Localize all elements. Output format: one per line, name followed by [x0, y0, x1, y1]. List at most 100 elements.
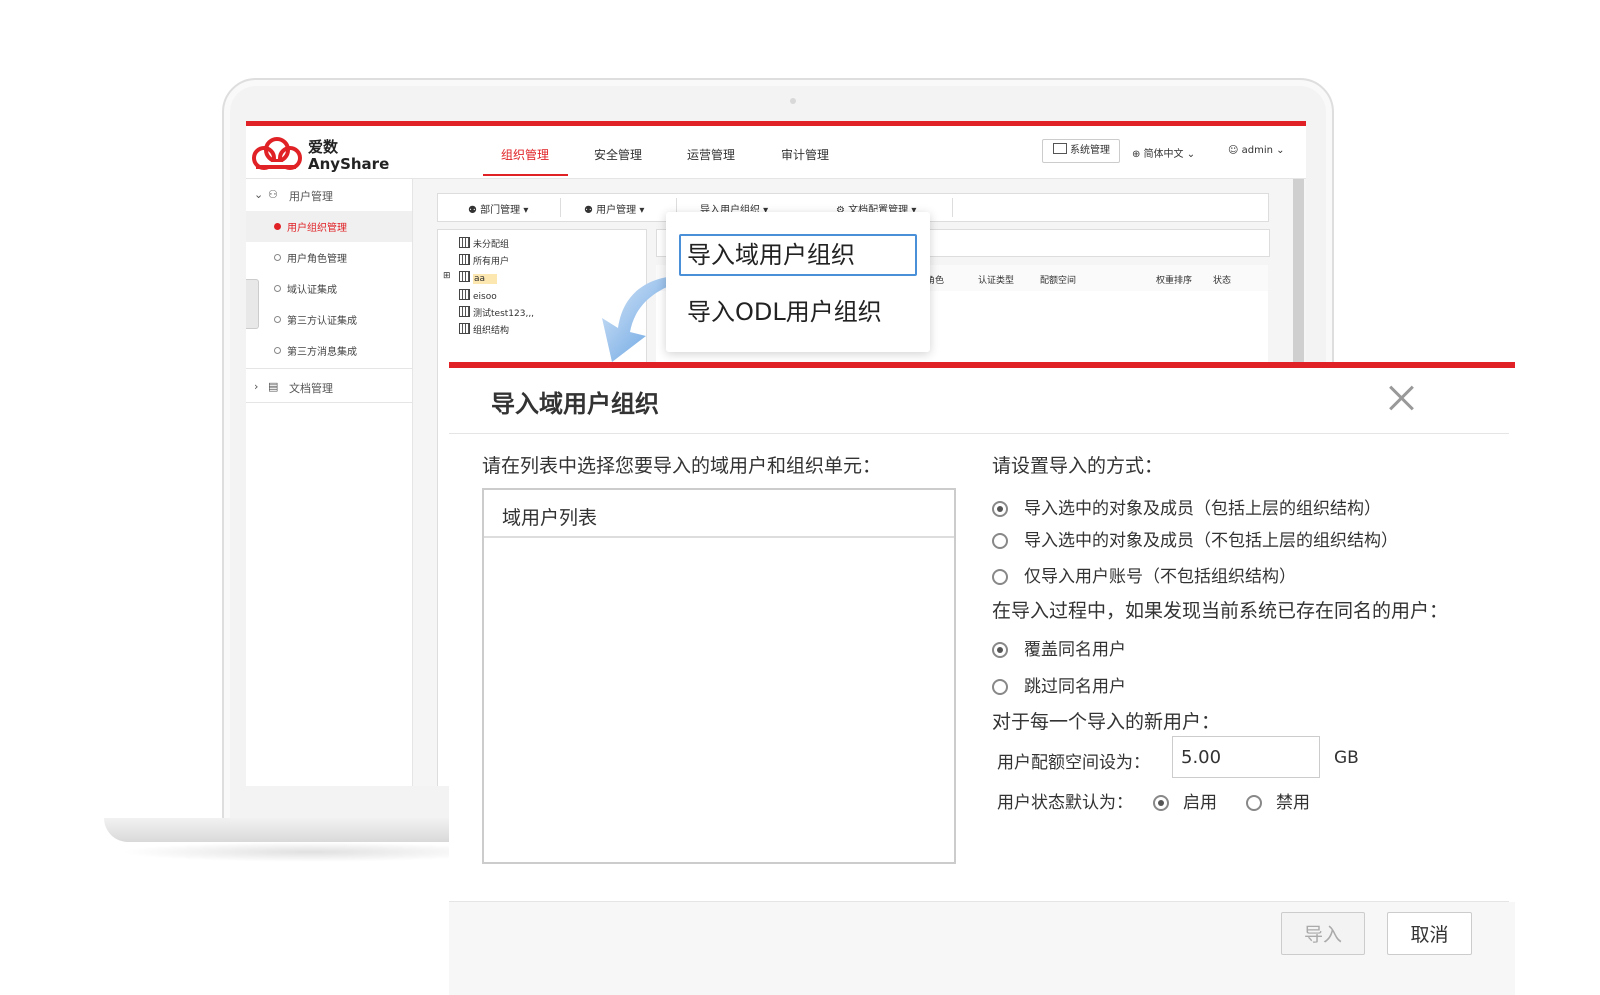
bullet-icon [274, 285, 281, 292]
group-icon [459, 254, 470, 265]
column-header-status: 状态 [1213, 276, 1232, 286]
sidebar-item-domain-auth[interactable]: 域认证集成 [246, 273, 412, 304]
cloud-logo-icon [252, 137, 302, 170]
status-option-disable[interactable]: 禁用 [1246, 788, 1310, 813]
globe-icon: ⊕ [1132, 149, 1144, 160]
dialog-divider [449, 433, 1509, 434]
quota-input[interactable] [1172, 736, 1320, 778]
system-management-label: 系统管理 [1070, 145, 1110, 156]
user-management-button[interactable]: ⚉ 用户管理 ▾ [584, 201, 644, 216]
tree-node-label: 所有用户 [473, 257, 510, 267]
radio-icon[interactable] [1246, 795, 1262, 811]
sidebar-item-third-party-msg[interactable]: 第三方消息集成 [246, 335, 412, 366]
tree-node[interactable]: 测试test123,,, [459, 306, 534, 319]
bullet-icon [274, 223, 281, 230]
org-icon [459, 271, 470, 282]
import-button[interactable]: 导入 [1281, 912, 1365, 955]
dept-management-button[interactable]: ⚉ 部门管理 ▾ [468, 201, 528, 216]
org-icon [459, 306, 470, 317]
sidebar-group-user-management[interactable]: ⌄ ⚇ 用户管理 [246, 179, 412, 211]
import-dropdown-menu: 导入域用户组织 导入ODL用户组织 [666, 212, 930, 352]
tree-node-label: 测试test123,,, [473, 309, 535, 319]
chevron-down-icon: ⌄ [1272, 145, 1285, 156]
toolbar-separator [952, 198, 953, 217]
user-group-icon: ⚇ [268, 188, 278, 201]
sidebar-item-label: 用户组织管理 [287, 223, 347, 234]
user-icon: ⚉ [584, 205, 597, 216]
radio-icon[interactable] [992, 679, 1008, 695]
nav-security-management[interactable]: 安全管理 [594, 146, 642, 163]
import-mode-prompt: 请设置导入的方式： [992, 455, 1164, 477]
conflict-option-label: 跳过同名用户 [1024, 677, 1126, 697]
logo-text-en: AnyShare [308, 155, 390, 173]
import-option-accounts-only[interactable]: 仅导入用户账号（不包括组织结构） [992, 562, 1296, 587]
users-icon: ⚉ [468, 205, 481, 216]
header: 爱数 AnyShare 组织管理 安全管理 运营管理 审计管理 系统管理 ⊕ 简… [246, 126, 1306, 179]
nav-org-management[interactable]: 组织管理 [501, 146, 549, 163]
sidebar-divider [246, 402, 412, 403]
expand-icon[interactable]: ⊞ [443, 271, 451, 281]
import-domain-dialog: 导入域用户组织 请在列表中选择您要导入的域用户和组织单元： 域用户列表 请设置导… [449, 362, 1515, 995]
tree-node[interactable]: 组织结构 [459, 323, 509, 336]
nav-operations-management[interactable]: 运营管理 [687, 146, 735, 163]
logo-text-cn: 爱数 [308, 138, 339, 156]
cancel-button[interactable]: 取消 [1387, 912, 1472, 955]
menu-item-import-domain-org[interactable]: 导入域用户组织 [679, 234, 917, 276]
sidebar-group-doc-management[interactable]: › ▤ 文档管理 [246, 371, 412, 403]
sidebar-item-label: 域认证集成 [287, 285, 337, 296]
import-option-exclude-parent[interactable]: 导入选中的对象及成员（不包括上层的组织结构） [992, 526, 1398, 551]
radio-icon[interactable] [992, 533, 1008, 549]
tree-node-selected[interactable]: ⊞ aa [443, 271, 498, 284]
quota-unit: GB [1334, 748, 1359, 768]
dept-management-label: 部门管理 [480, 205, 521, 216]
tree-node[interactable]: 未分配组 [459, 237, 509, 250]
toolbar-separator [560, 198, 561, 217]
radio-checked-icon[interactable] [992, 501, 1008, 517]
monitor-icon [1053, 143, 1067, 154]
chevron-right-icon: › [254, 380, 259, 393]
bullet-icon [274, 316, 281, 323]
dialog-accent-bar [449, 362, 1515, 368]
quota-label: 用户配额空间设为： [997, 753, 1150, 773]
sidebar-item-label: 第三方消息集成 [287, 347, 357, 358]
column-header-quota: 配额空间 [1040, 276, 1077, 286]
column-header-weight: 权重排序 [1156, 276, 1193, 286]
chevron-down-icon: ⌄ [254, 188, 264, 201]
laptop-shadow [120, 842, 500, 862]
radio-icon[interactable] [992, 569, 1008, 585]
close-icon[interactable] [1386, 382, 1418, 414]
sidebar-item-third-party-auth[interactable]: 第三方认证集成 [246, 304, 412, 335]
sidebar-item-label: 第三方认证集成 [287, 316, 357, 327]
chevron-down-icon: ⌄ [1183, 149, 1196, 160]
sidebar-item-user-role[interactable]: 用户角色管理 [246, 242, 412, 273]
import-option-label: 仅导入用户账号（不包括组织结构） [1024, 567, 1296, 587]
org-icon [459, 289, 470, 300]
bullet-icon [274, 254, 281, 261]
tree-node[interactable]: 所有用户 [459, 254, 509, 267]
radio-checked-icon[interactable] [992, 642, 1008, 658]
dialog-footer: 导入 取消 [449, 902, 1515, 995]
conflict-option-overwrite[interactable]: 覆盖同名用户 [992, 635, 1126, 660]
conflict-option-skip[interactable]: 跳过同名用户 [992, 672, 1126, 697]
status-label: 用户状态默认为： [997, 793, 1133, 813]
group-icon [459, 237, 470, 248]
bullet-icon [274, 347, 281, 354]
menu-item-import-odl-org[interactable]: 导入ODL用户组织 [687, 292, 882, 327]
radio-checked-icon[interactable] [1153, 795, 1169, 811]
domain-user-list[interactable]: 域用户列表 [482, 488, 956, 864]
user-menu[interactable]: ☺ admin ⌄ [1228, 145, 1285, 156]
column-header-auth-type: 认证类型 [978, 276, 1015, 286]
system-management-button[interactable]: 系统管理 [1042, 139, 1120, 163]
conflict-option-label: 覆盖同名用户 [1024, 640, 1126, 660]
import-option-include-parent[interactable]: 导入选中的对象及成员（包括上层的组织结构） [992, 494, 1381, 519]
sidebar-collapse-handle[interactable] [246, 279, 259, 329]
sidebar-item-user-org[interactable]: 用户组织管理 [246, 211, 412, 242]
language-selector[interactable]: ⊕ 简体中文 ⌄ [1132, 145, 1195, 160]
user-management-label: 用户管理 [596, 205, 637, 216]
nav-audit-management[interactable]: 审计管理 [781, 146, 829, 163]
tree-node[interactable]: eisoo [459, 289, 497, 302]
new-user-prompt: 对于每一个导入的新用户： [992, 711, 1221, 733]
dialog-title: 导入域用户组织 [491, 390, 659, 418]
status-option-enable[interactable]: 启用 [1153, 788, 1217, 813]
anyshare-logo: 爱数 AnyShare [250, 134, 390, 174]
